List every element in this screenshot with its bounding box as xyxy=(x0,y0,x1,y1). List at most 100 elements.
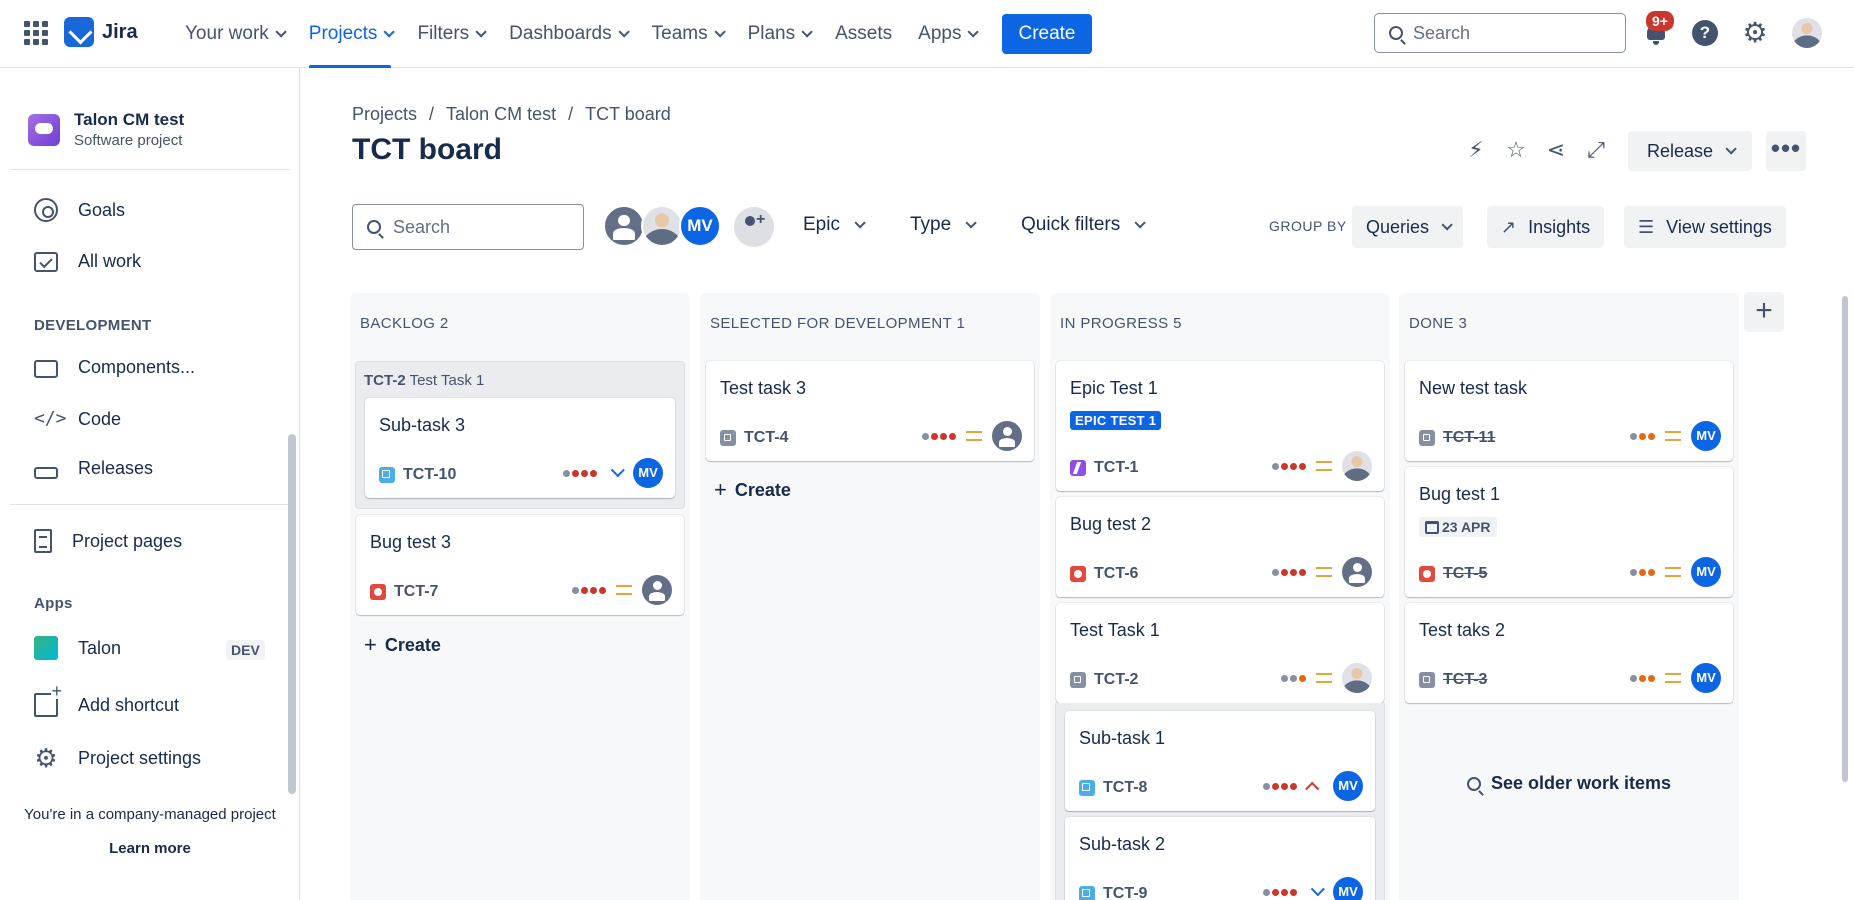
help-icon[interactable]: ? xyxy=(1692,20,1718,46)
dots-indicator xyxy=(563,469,597,477)
sidebar-scrollbar[interactable] xyxy=(288,434,296,794)
learn-more-link[interactable]: Learn more xyxy=(0,840,300,857)
assignee-avatar[interactable]: MV xyxy=(633,458,663,488)
add-people-icon[interactable] xyxy=(734,207,774,247)
assignee-avatar[interactable]: MV xyxy=(1333,771,1363,801)
card-bug-test-3[interactable]: Bug test 3 TCT-7 xyxy=(356,515,684,615)
create-issue-button[interactable]: + Create xyxy=(714,477,791,503)
card-title: Test taks 2 xyxy=(1419,620,1506,640)
assignee-avatar-unassigned[interactable] xyxy=(642,575,672,605)
nav-apps[interactable]: Apps xyxy=(905,0,988,68)
profile-avatar[interactable] xyxy=(1792,18,1822,48)
card-bug-test-1[interactable]: Bug test 1 23 APR TCT-5 MV xyxy=(1405,467,1733,597)
assignee-avatar[interactable]: MV xyxy=(1691,421,1721,451)
breadcrumb-projects[interactable]: Projects xyxy=(352,104,417,125)
card-test-task-3[interactable]: Test task 3 TCT-4 xyxy=(706,361,1034,461)
sidebar-item-add-shortcut[interactable]: Add shortcut xyxy=(34,683,179,717)
board-scrollbar[interactable] xyxy=(1842,296,1848,782)
assignee-avatar-photo[interactable] xyxy=(1342,663,1372,693)
chevron-down-icon xyxy=(275,26,287,38)
nav-your-work[interactable]: Your work xyxy=(172,0,296,68)
subtask-icon xyxy=(1079,886,1095,900)
more-actions-button[interactable]: ••• xyxy=(1766,131,1806,171)
sidebar-item-talon[interactable]: Talon xyxy=(34,636,121,660)
nav-filters[interactable]: Filters xyxy=(404,0,496,68)
create-button[interactable]: Create xyxy=(1002,14,1092,54)
sidebar-item-components[interactable]: Components... xyxy=(34,356,195,378)
card-epic-test-1[interactable]: Epic Test 1 EPIC TEST 1 TCT-1 xyxy=(1056,361,1384,491)
card-bug-test-2[interactable]: Bug test 2 TCT-6 xyxy=(1056,497,1384,597)
avatar-mv[interactable]: MV xyxy=(679,205,721,247)
sidebar-item-project-settings[interactable]: ⚙ Project settings xyxy=(34,743,201,773)
parent-label[interactable]: TCT-2 Test Task 1 xyxy=(364,372,484,389)
star-icon[interactable]: ☆ xyxy=(1504,138,1528,162)
priority-medium-icon xyxy=(1665,567,1681,577)
settings-gear-icon: ⚙ xyxy=(34,743,58,773)
card-sub-task-3[interactable]: Sub-task 3 TCT-10 MV xyxy=(365,398,675,498)
create-issue-button[interactable]: + Create xyxy=(364,632,441,658)
share-icon[interactable]: ⋖ xyxy=(1544,138,1568,162)
nav-teams[interactable]: Teams xyxy=(639,0,735,68)
project-header[interactable]: Talon CM test Software project xyxy=(28,110,184,149)
epic-lozenge[interactable]: EPIC TEST 1 xyxy=(1070,411,1162,430)
filter-type[interactable]: Type xyxy=(910,214,977,236)
sidebar-item-all-work[interactable]: All work xyxy=(34,251,141,272)
assignee-avatar[interactable]: MV xyxy=(1691,663,1721,693)
priority-medium-icon xyxy=(1316,673,1332,683)
insights-button[interactable]: ↗ Insights xyxy=(1487,206,1605,248)
assignee-avatar-photo[interactable] xyxy=(1342,451,1372,481)
release-button[interactable]: Release xyxy=(1628,131,1752,171)
sidebar-item-project-pages[interactable]: Project pages xyxy=(34,529,182,553)
bug-icon xyxy=(370,584,386,600)
card-test-taks-2[interactable]: Test taks 2 TCT-3 MV xyxy=(1405,603,1733,703)
breadcrumb-project[interactable]: Talon CM test xyxy=(446,104,556,125)
nav-label: Your work xyxy=(185,23,269,44)
card-meta: MV xyxy=(1263,771,1363,801)
project-cloud-icon xyxy=(28,113,60,146)
assignee-avatar[interactable]: MV xyxy=(1333,877,1363,900)
filter-epic[interactable]: Epic xyxy=(803,214,866,236)
sidebar-item-code[interactable]: </> Code xyxy=(34,407,121,431)
settings-gear-icon[interactable]: ⚙ xyxy=(1742,19,1768,47)
task-icon xyxy=(1419,430,1435,446)
see-older-items-button[interactable]: See older work items xyxy=(1399,773,1739,794)
nav-dashboards[interactable]: Dashboards xyxy=(496,0,638,68)
board-search-input[interactable]: Search xyxy=(352,204,584,250)
dots-indicator xyxy=(1630,674,1655,682)
nav-plans[interactable]: Plans xyxy=(735,0,823,68)
view-settings-button[interactable]: ☰ View settings xyxy=(1624,206,1786,248)
bug-icon xyxy=(1070,566,1086,582)
filter-quick-filters[interactable]: Quick filters xyxy=(1021,214,1147,236)
sidebar-item-goals[interactable]: Goals xyxy=(34,198,125,222)
chevron-down-icon xyxy=(854,217,866,229)
assignee-avatar-unassigned[interactable] xyxy=(992,421,1022,451)
breadcrumb-board[interactable]: TCT board xyxy=(585,104,671,125)
assignee-avatar-unassigned[interactable] xyxy=(1342,557,1372,587)
card-key: TCT-11 xyxy=(1419,429,1495,447)
global-search-input[interactable]: Search xyxy=(1374,13,1626,53)
card-new-test-task[interactable]: New test task TCT-11 MV xyxy=(1405,361,1733,461)
nav-label: Teams xyxy=(651,23,708,44)
card-meta: MV xyxy=(563,458,663,488)
priority-high-icon xyxy=(1305,781,1320,796)
avatar-unassigned[interactable] xyxy=(603,205,645,247)
sliders-icon: ☰ xyxy=(1638,216,1655,237)
jira-logo[interactable]: Jira xyxy=(64,17,138,47)
due-date: 23 APR xyxy=(1442,519,1491,535)
avatar-user-photo[interactable] xyxy=(641,205,683,247)
lightning-icon[interactable]: ⚡ xyxy=(1464,138,1488,162)
dots-indicator xyxy=(1630,568,1655,576)
card-test-task-1[interactable]: Test Task 1 TCT-2 xyxy=(1056,603,1384,703)
expand-icon[interactable]: ⤢ xyxy=(1584,138,1608,162)
card-sub-task-2[interactable]: Sub-task 2 TCT-9 MV xyxy=(1065,817,1375,900)
nav-assets[interactable]: Assets xyxy=(822,0,905,68)
add-column-button[interactable]: + xyxy=(1744,292,1784,332)
assignee-avatar[interactable]: MV xyxy=(1691,557,1721,587)
search-icon xyxy=(1389,26,1403,40)
nav-projects[interactable]: Projects xyxy=(296,0,405,68)
group-by-select[interactable]: Queries xyxy=(1352,206,1464,248)
card-sub-task-1[interactable]: Sub-task 1 TCT-8 MV xyxy=(1065,711,1375,811)
app-switcher-icon[interactable] xyxy=(24,21,48,45)
project-type: Software project xyxy=(74,132,183,149)
sidebar-item-releases[interactable]: Releases xyxy=(34,458,153,479)
